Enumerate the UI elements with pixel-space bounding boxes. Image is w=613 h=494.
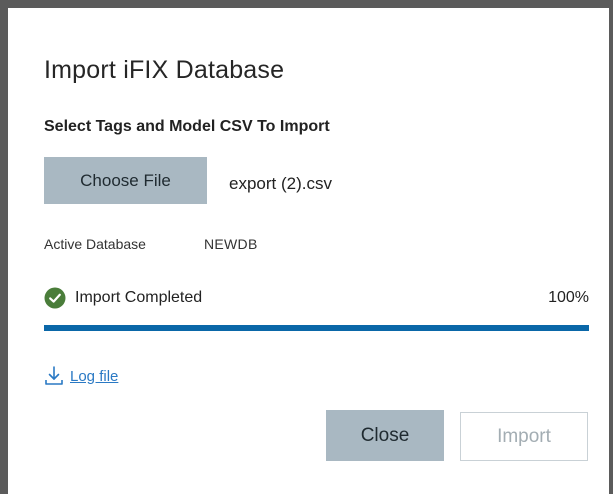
dialog-title: Import iFIX Database — [44, 56, 285, 84]
selected-file-name: export (2).csv — [229, 174, 332, 193]
choose-file-button[interactable]: Choose File — [44, 157, 207, 204]
close-button[interactable]: Close — [326, 410, 444, 461]
active-database-label: Active Database — [44, 236, 146, 252]
import-button[interactable]: Import — [460, 412, 588, 461]
import-status-row: Import Completed 100% — [44, 286, 589, 310]
dialog-subtitle: Select Tags and Model CSV To Import — [44, 118, 330, 135]
log-file-label[interactable]: Log file — [70, 368, 118, 385]
log-file-link[interactable]: Log file — [44, 364, 118, 388]
progress-percent: 100% — [548, 289, 589, 306]
progress-bar — [44, 325, 589, 331]
active-database-value: NEWDB — [204, 236, 258, 252]
progress-bar-fill — [44, 325, 589, 331]
status-text: Import Completed — [75, 289, 203, 306]
check-circle-icon — [44, 287, 66, 309]
download-icon — [45, 366, 63, 385]
import-dialog: Import iFIX Database Select Tags and Mod… — [8, 8, 609, 494]
